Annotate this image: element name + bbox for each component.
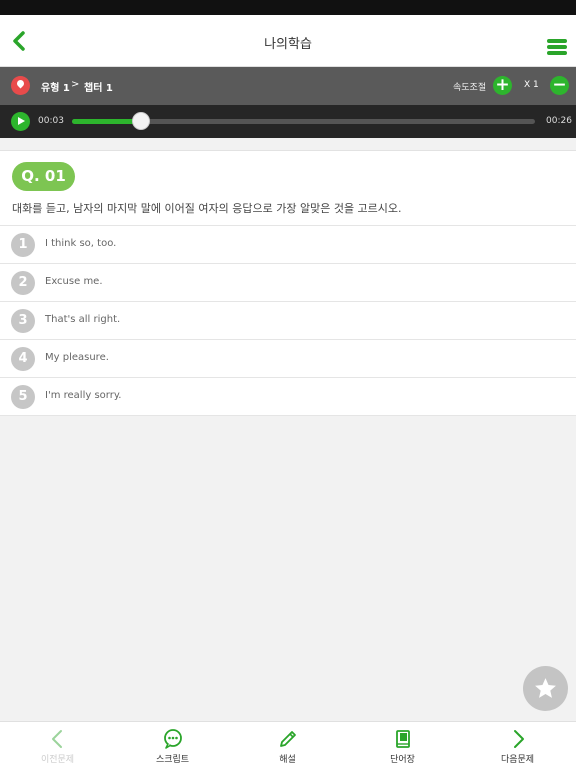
answer-option-1[interactable]: 1 I think so, too. xyxy=(0,226,576,264)
answer-option-5[interactable]: 5 I'm really sorry. xyxy=(0,378,576,416)
option-number: 3 xyxy=(11,309,35,333)
next-question-button[interactable]: 다음문제 xyxy=(460,722,575,768)
breadcrumb-separator: > xyxy=(71,79,80,90)
page-title: 나의학습 xyxy=(264,37,312,52)
audio-player: 00:03 00:26 xyxy=(0,105,576,138)
total-time: 00:26 xyxy=(546,116,572,126)
option-text: That's all right. xyxy=(45,314,121,325)
prev-question-button[interactable]: 이전문제 xyxy=(0,722,115,768)
speed-down-button[interactable]: − xyxy=(550,76,569,95)
nav-bar: 나의학습 xyxy=(0,15,576,67)
speed-value: X 1 xyxy=(524,80,539,90)
option-text: I'm really sorry. xyxy=(45,390,122,401)
tab-label: 다음문제 xyxy=(500,755,535,765)
option-number: 5 xyxy=(11,385,35,409)
play-button[interactable] xyxy=(11,112,30,131)
option-text: Excuse me. xyxy=(45,276,103,287)
option-text: I think so, too. xyxy=(45,238,117,249)
explanation-button[interactable]: 해설 xyxy=(230,722,345,768)
answer-options: 1 I think so, too. 2 Excuse me. 3 That's… xyxy=(0,225,576,416)
speed-label: 속도조절 xyxy=(453,83,487,93)
bookmark-button[interactable] xyxy=(523,666,568,711)
current-time: 00:03 xyxy=(38,116,64,126)
status-bar xyxy=(0,0,576,15)
tab-label: 스크립트 xyxy=(155,755,190,765)
seek-slider[interactable] xyxy=(72,112,535,130)
vocabulary-button[interactable]: 단어장 xyxy=(345,722,460,768)
book-icon xyxy=(396,730,410,748)
star-icon xyxy=(535,678,556,698)
question-panel: Q. 01 대화를 듣고, 남자의 마지막 말에 이어질 여자의 응답으로 가장… xyxy=(0,150,576,416)
tab-label: 해설 xyxy=(279,755,296,765)
chevron-right-icon xyxy=(514,730,524,748)
question-prompt: 대화를 듣고, 남자의 마지막 말에 이어질 여자의 응답으로 가장 알맞은 것… xyxy=(12,202,402,215)
option-number: 2 xyxy=(11,271,35,295)
question-number-badge: Q. 01 xyxy=(12,162,75,191)
tab-label: 이전문제 xyxy=(40,755,75,765)
breadcrumb: 유형 1 > 챕터 1 속도조절 + X 1 − xyxy=(0,67,576,105)
seek-progress xyxy=(72,119,142,124)
chevron-left-icon xyxy=(52,730,62,748)
answer-option-4[interactable]: 4 My pleasure. xyxy=(0,340,576,378)
bottom-toolbar: 이전문제 스크립트 해설 단어장 다음문제 xyxy=(0,721,576,768)
menu-button[interactable] xyxy=(547,39,567,55)
speed-up-button[interactable]: + xyxy=(493,76,512,95)
hamburger-icon xyxy=(547,39,567,43)
answer-option-2[interactable]: 2 Excuse me. xyxy=(0,264,576,302)
tab-label: 단어장 xyxy=(390,755,415,765)
option-number: 1 xyxy=(11,233,35,257)
breadcrumb-type: 유형 1 xyxy=(41,83,70,94)
answer-option-3[interactable]: 3 That's all right. xyxy=(0,302,576,340)
breadcrumb-chapter: 챕터 1 xyxy=(84,83,113,94)
location-pin-icon xyxy=(11,76,30,95)
option-text: My pleasure. xyxy=(45,352,109,363)
pencil-icon xyxy=(280,731,296,747)
seek-thumb[interactable] xyxy=(132,112,151,130)
speech-bubble-icon xyxy=(164,729,182,749)
script-button[interactable]: 스크립트 xyxy=(115,722,230,768)
option-number: 4 xyxy=(11,347,35,371)
